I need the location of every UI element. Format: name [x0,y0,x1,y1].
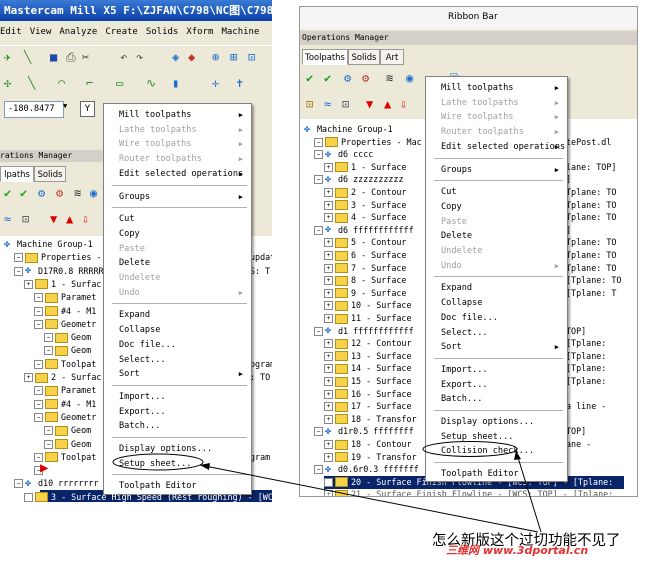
highlight-ellipse-left [112,453,204,471]
highlight-ellipse-right [422,441,518,457]
folder-icon [35,492,48,502]
arrow-line-right [515,450,542,533]
expand-icon[interactable]: + [24,492,33,502]
annotation-arrows [112,441,542,533]
tree-row[interactable]: +3 - Surface High Speed (Rest roughing) … [24,491,272,502]
watermark: 三维网 www.3dportal.cn [446,544,589,557]
arrow-head-right [514,451,521,460]
